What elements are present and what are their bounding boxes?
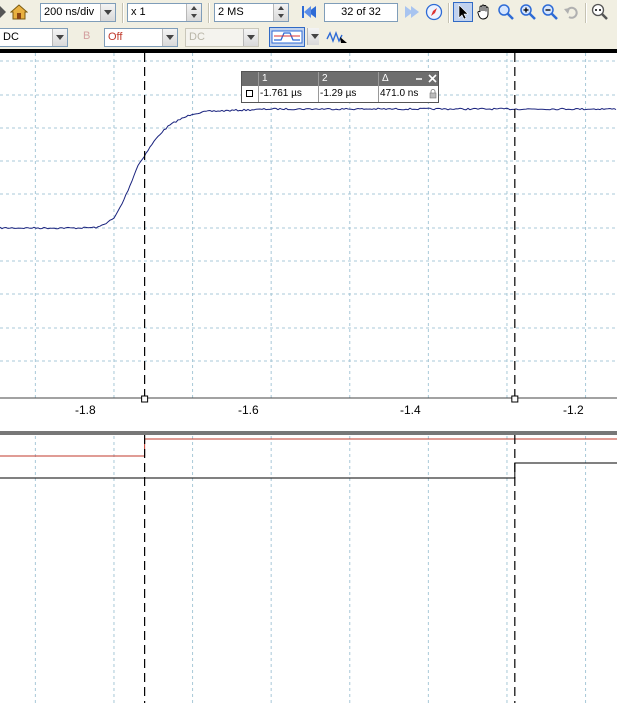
cursor-handle xyxy=(511,395,519,403)
cursor-handle xyxy=(141,395,149,403)
trigger-mode-icon[interactable] xyxy=(269,27,305,47)
home-icon[interactable] xyxy=(9,2,29,22)
x-tick-label: -1.8 xyxy=(75,403,96,417)
zoom-in-icon[interactable] xyxy=(518,2,538,22)
channel-a-coupling-select[interactable]: DC xyxy=(0,28,68,47)
x-tick-label: -1.4 xyxy=(400,403,421,417)
panel-divider xyxy=(318,72,319,102)
row-marker-icon xyxy=(246,90,254,101)
zoom-fit-icon[interactable] xyxy=(590,2,610,22)
delta-value: 471.0 ns xyxy=(380,88,419,99)
zoom-out-icon[interactable] xyxy=(540,2,560,22)
lock-icon[interactable] xyxy=(429,89,437,102)
channel-b-label: B xyxy=(83,30,91,42)
cursor-values-row: -1.761 µs -1.29 µs 471.0 ns xyxy=(242,87,438,102)
minimize-icon[interactable] xyxy=(415,71,423,86)
panel-header[interactable]: 1 2 Δ xyxy=(242,72,438,86)
digital-line-black xyxy=(0,462,617,479)
trace-line xyxy=(0,107,617,230)
timebase-select[interactable]: 200 ns/div xyxy=(40,3,116,22)
column-1-header: 1 xyxy=(262,73,268,84)
multiplier-stepper[interactable]: x 1 xyxy=(127,3,202,22)
column-delta-header: Δ xyxy=(382,73,389,84)
spin-arrows-icon[interactable] xyxy=(273,4,288,21)
channel-b-coupling-select[interactable]: DC xyxy=(185,28,259,47)
panel-divider xyxy=(258,72,259,102)
cursor-2-value: -1.29 µs xyxy=(320,88,357,99)
undo-zoom-icon[interactable] xyxy=(562,2,582,22)
spin-arrows-icon[interactable] xyxy=(186,4,201,21)
page-of-label: of xyxy=(356,6,366,18)
zoom-region-icon[interactable] xyxy=(496,2,516,22)
cursor-lines[interactable] xyxy=(141,53,519,703)
trace-waveform xyxy=(0,107,617,230)
timebase-value: 200 ns/div xyxy=(44,6,95,18)
coupling-b-value: DC xyxy=(189,31,205,43)
samples-value: 2 MS xyxy=(218,6,244,18)
chevron-down-icon[interactable] xyxy=(100,4,115,21)
digital-panel-border xyxy=(0,431,617,435)
chevron-down-icon[interactable] xyxy=(162,29,177,46)
next-page-icon[interactable] xyxy=(402,2,422,22)
select-pointer-icon[interactable] xyxy=(453,2,473,22)
digital-line-red xyxy=(0,438,617,457)
page-current: 32 xyxy=(341,6,354,18)
toolbar-divider xyxy=(208,3,210,23)
coupling-a-value: DC xyxy=(3,31,19,43)
page-total: 32 xyxy=(368,6,381,18)
page-indicator[interactable]: 32 of 32 xyxy=(324,3,398,22)
chevron-down-icon[interactable] xyxy=(52,29,67,46)
x-tick-label: -1.2 xyxy=(563,403,584,417)
chevron-down-icon[interactable] xyxy=(307,28,319,45)
close-icon[interactable] xyxy=(428,72,437,87)
x-tick-label: -1.6 xyxy=(238,403,259,417)
channel-toolbar: DC B Off DC xyxy=(0,25,617,49)
panel-divider xyxy=(378,72,379,102)
chevron-down-icon[interactable] xyxy=(243,29,258,46)
scope-plot[interactable] xyxy=(0,53,617,703)
digital-lines xyxy=(0,438,617,479)
compass-icon[interactable] xyxy=(424,2,444,22)
hand-pan-icon[interactable] xyxy=(474,2,494,22)
trigger-mode-dropdown[interactable] xyxy=(305,28,319,47)
toolbar-divider xyxy=(585,3,587,23)
grid-lines xyxy=(0,53,617,703)
column-2-header: 2 xyxy=(322,73,328,84)
arrow-icon[interactable] xyxy=(0,2,6,22)
cursor-readout-panel[interactable]: 1 2 Δ -1.761 µs -1.29 µs 471.0 ns xyxy=(241,71,439,103)
toolbar-divider xyxy=(122,3,124,23)
cursor-1-value: -1.761 µs xyxy=(260,88,302,99)
main-toolbar: 200 ns/div x 1 2 MS 32 of 32 xyxy=(0,0,617,26)
toolbar-divider xyxy=(448,3,450,23)
samples-stepper[interactable]: 2 MS xyxy=(214,3,289,22)
channel-b-state: Off xyxy=(108,31,123,43)
channel-b-range-select[interactable]: Off xyxy=(104,28,178,47)
multiplier-value: x 1 xyxy=(131,6,146,18)
first-page-icon[interactable] xyxy=(299,2,319,22)
signal-generator-icon[interactable] xyxy=(325,27,349,47)
